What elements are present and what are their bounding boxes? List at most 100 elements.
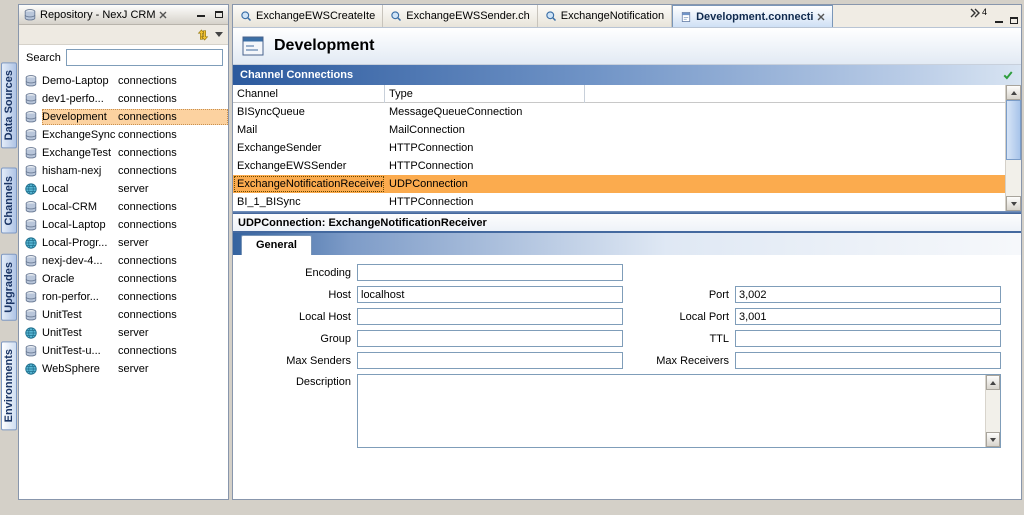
minimize-button[interactable]: [991, 14, 1006, 27]
maximize-button[interactable]: [211, 8, 226, 21]
form-row: Host Port: [233, 286, 1017, 303]
tab-channels[interactable]: Channels: [1, 168, 17, 234]
local-port-field[interactable]: [735, 308, 1001, 325]
ttl-field[interactable]: [735, 330, 1001, 347]
environment-type: server: [118, 183, 149, 195]
maximize-icon: [1010, 17, 1018, 24]
cell-type: HTTPConnection: [385, 157, 585, 175]
environment-name: dev1-perfo...: [42, 93, 118, 105]
view-menu-dropdown-icon[interactable]: [215, 32, 223, 37]
list-item[interactable]: UnitTestserver: [19, 324, 228, 342]
tab-data-sources[interactable]: Data Sources: [1, 62, 17, 148]
list-item[interactable]: nexj-dev-4...connections: [19, 252, 228, 270]
list-item[interactable]: Localserver: [19, 180, 228, 198]
environment-type: connections: [118, 345, 177, 357]
host-field[interactable]: [357, 286, 623, 303]
encoding-label: Encoding: [233, 267, 357, 279]
list-item[interactable]: Local-Progr...server: [19, 234, 228, 252]
maximize-button[interactable]: [1006, 14, 1021, 27]
database-icon: [24, 272, 38, 286]
description-field-wrap: [357, 374, 1001, 448]
list-item[interactable]: ExchangeSyncconnections: [19, 126, 228, 144]
tab-development-connections[interactable]: Development.connecti: [672, 5, 833, 27]
environment-name: Demo-Laptop: [42, 75, 118, 87]
cell-channel: ExchangeSender: [233, 139, 385, 157]
list-item[interactable]: ExchangeTestconnections: [19, 144, 228, 162]
list-item[interactable]: UnitTestconnections: [19, 306, 228, 324]
database-icon: [24, 110, 38, 124]
scrollbar-thumb[interactable]: [1006, 100, 1021, 160]
table-row-selected[interactable]: ExchangeNotificationReceiver UDPConnecti…: [233, 175, 1021, 193]
list-item-selected[interactable]: Developmentconnections: [19, 108, 228, 126]
tab-label: ExchangeEWSSender.ch: [406, 10, 530, 22]
database-icon: [24, 92, 38, 106]
table-row[interactable]: ExchangeSender HTTPConnection: [233, 139, 1021, 157]
local-host-label: Local Host: [233, 311, 357, 323]
table-row[interactable]: Mail MailConnection: [233, 121, 1021, 139]
channel-file-icon: [390, 10, 402, 22]
host-label: Host: [233, 289, 357, 301]
scroll-down-icon[interactable]: [1006, 196, 1021, 211]
environment-name: ExchangeTest: [42, 147, 118, 159]
database-icon: [24, 344, 38, 358]
tab-exchangeewscreateite[interactable]: ExchangeEWSCreateIte: [233, 5, 383, 27]
scroll-up-icon[interactable]: [986, 375, 1000, 390]
list-item[interactable]: WebSphereserver: [19, 360, 228, 378]
table-scrollbar[interactable]: [1005, 85, 1021, 211]
tab-upgrades[interactable]: Upgrades: [1, 254, 17, 321]
search-input[interactable]: [66, 49, 223, 66]
tab-general[interactable]: General: [241, 235, 312, 255]
tab-exchangenotification[interactable]: ExchangeNotification: [538, 5, 672, 27]
max-senders-label: Max Senders: [233, 355, 357, 367]
tab-exchangeewssender[interactable]: ExchangeEWSSender.ch: [383, 5, 538, 27]
list-item[interactable]: hisham-nexjconnections: [19, 162, 228, 180]
ide-window: Data Sources Channels Upgrades Environme…: [0, 0, 1024, 515]
table-row[interactable]: BI_1_BISync HTTPConnection: [233, 193, 1021, 211]
scrollbar-track[interactable]: [1006, 100, 1021, 196]
column-header-channel[interactable]: Channel: [233, 85, 385, 103]
environment-name: Local: [42, 183, 118, 195]
list-item[interactable]: dev1-perfo...connections: [19, 90, 228, 108]
group-field[interactable]: [357, 330, 623, 347]
cell-channel: ExchangeNotificationReceiver: [233, 175, 385, 193]
scroll-up-icon[interactable]: [1006, 85, 1021, 100]
scroll-down-icon[interactable]: [986, 432, 1000, 447]
environment-name: ron-perfor...: [42, 291, 118, 303]
list-item[interactable]: Oracleconnections: [19, 270, 228, 288]
local-host-field[interactable]: [357, 308, 623, 325]
repository-view: Repository - NexJ CRM Search Demo-Laptop…: [18, 4, 229, 500]
environment-name: hisham-nexj: [42, 165, 118, 177]
cell-channel: BI_1_BISync: [233, 193, 385, 211]
tab-environments[interactable]: Environments: [1, 341, 17, 430]
column-header-type[interactable]: Type: [385, 85, 585, 103]
detail-section-title: UDPConnection: ExchangeNotificationRecei…: [233, 214, 1021, 233]
list-item[interactable]: Local-CRMconnections: [19, 198, 228, 216]
ttl-label: TTL: [623, 333, 735, 345]
port-field[interactable]: [735, 286, 1001, 303]
description-scrollbar[interactable]: [985, 375, 1000, 447]
column-header-empty: [585, 85, 1021, 103]
sync-icon[interactable]: [196, 28, 210, 42]
view-title: Repository - NexJ CRM: [40, 9, 156, 21]
description-field[interactable]: [358, 375, 984, 447]
close-icon[interactable]: [159, 11, 167, 19]
cell-type: MailConnection: [385, 121, 585, 139]
list-item[interactable]: Demo-Laptopconnections: [19, 72, 228, 90]
environment-name: UnitTest: [42, 327, 118, 339]
channel-connections-header: Channel Connections: [233, 65, 1021, 85]
list-item[interactable]: UnitTest-u...connections: [19, 342, 228, 360]
tab-overflow-button[interactable]: 4: [965, 5, 991, 27]
list-item[interactable]: ron-perfor...connections: [19, 288, 228, 306]
close-icon[interactable]: [817, 13, 825, 21]
environment-type: connections: [118, 147, 177, 159]
minimize-button[interactable]: [193, 8, 208, 21]
table-row[interactable]: BISyncQueue MessageQueueConnection: [233, 103, 1021, 121]
environment-type: connections: [118, 75, 177, 87]
max-senders-field[interactable]: [357, 352, 623, 369]
encoding-field[interactable]: [357, 264, 623, 281]
table-row[interactable]: ExchangeEWSSender HTTPConnection: [233, 157, 1021, 175]
max-receivers-field[interactable]: [735, 352, 1001, 369]
list-item[interactable]: Local-Laptopconnections: [19, 216, 228, 234]
detail-tabstrip: General: [233, 233, 1021, 255]
environment-type: connections: [118, 201, 177, 213]
